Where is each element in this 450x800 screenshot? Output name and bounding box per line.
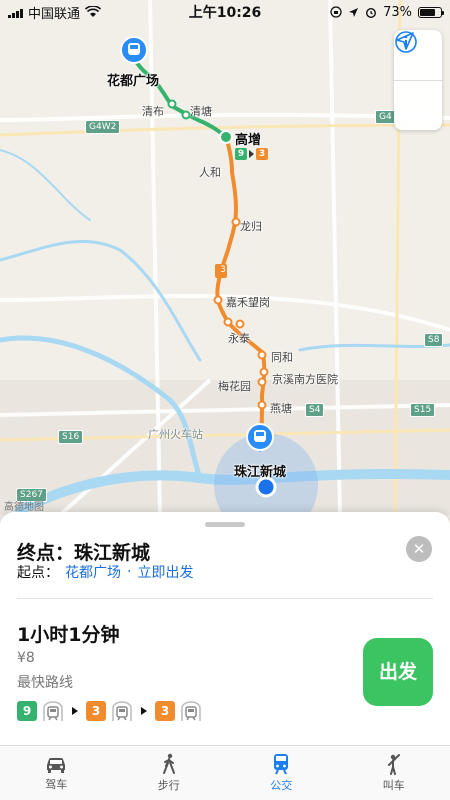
station-label: 燕塘 (270, 402, 292, 415)
hail-icon (387, 754, 400, 775)
status-bar: 中国联通 上午10:26 73% (0, 0, 450, 24)
battery-icon (418, 6, 445, 18)
station-label: 京溪南方医院 (272, 373, 338, 386)
highway-shield: S16 (58, 430, 84, 444)
train-icon (112, 701, 132, 721)
arrow-right-icon (72, 707, 78, 715)
tab-label: 驾车 (45, 778, 68, 791)
transfer-line-badges: 9 3 (235, 148, 268, 160)
map-controls (394, 30, 442, 130)
origin-link[interactable]: 花都广场 (65, 562, 121, 582)
route-price: ¥8 (17, 650, 35, 666)
tab-label: 叫车 (382, 779, 405, 792)
highway-shield: S15 (410, 403, 436, 417)
highway-shield: S4 (305, 403, 325, 417)
line-badge: 9 (17, 701, 37, 721)
tab-label: 步行 (157, 779, 180, 792)
route-sheet: 终点：珠江新城 ✕ 起点： 花都广场 · 立即出发 1小时1分钟 ¥8 最快路线… (0, 512, 450, 745)
tab-label: 公交 (270, 779, 293, 792)
line-badge: 3 (86, 701, 106, 721)
battery-percent: 73% (383, 4, 413, 20)
station-label: 清塘 (190, 105, 212, 118)
route-steps[interactable]: 9 3 3 (17, 700, 202, 722)
station-label: 永泰 (228, 332, 250, 345)
depart-now-link[interactable]: 立即出发 (137, 562, 193, 582)
carrier-name: 中国联通 (28, 6, 81, 22)
highway-shield: G4W2 (85, 120, 121, 134)
station-start-label: 花都广场 (107, 74, 160, 89)
divider (17, 598, 433, 599)
tab-drive[interactable]: 驾车 (0, 746, 113, 800)
station-label: 清布 (142, 105, 164, 118)
location-services-icon (349, 7, 359, 17)
start-pin-icon (120, 36, 148, 64)
alarm-icon (366, 8, 377, 18)
car-icon (47, 757, 66, 773)
orientation-lock-icon (330, 6, 342, 18)
station-end-label: 珠江新城 (234, 465, 287, 480)
highway-shield: S8 (424, 333, 444, 347)
highway-shield: G4 (375, 110, 396, 124)
railway-station-label: 广州火车站 (148, 428, 203, 441)
tab-walk[interactable]: 步行 (113, 746, 226, 800)
signal-icon (8, 7, 23, 18)
map-view[interactable]: 花都广场 清布 清塘 高增 9 3 人和 龙归 3 嘉禾望岗 永泰 同和 京溪南… (0, 0, 450, 515)
tab-transit[interactable]: 公交 (225, 746, 338, 800)
origin-row: 起点： 花都广场 · 立即出发 (17, 562, 193, 582)
tab-bar: 驾车 步行 公交 叫车 (0, 745, 450, 800)
arrow-right-icon (249, 150, 254, 158)
separator-dot: · (127, 564, 132, 580)
train-icon (181, 701, 201, 721)
close-button[interactable]: ✕ (406, 536, 432, 562)
route-duration: 1小时1分钟 (17, 624, 120, 646)
destination-title: 终点：珠江新城 (17, 542, 151, 564)
clock: 上午10:26 (188, 5, 262, 21)
station-label: 同和 (271, 351, 293, 364)
battery-level-fill (420, 8, 435, 16)
origin-label: 起点： (17, 565, 59, 581)
go-button[interactable]: 出发 (363, 638, 433, 706)
sheet-grabber[interactable] (205, 522, 245, 527)
tab-hail[interactable]: 叫车 (338, 746, 450, 800)
line-9-badge: 9 (235, 148, 247, 160)
route-type: 最快路线 (17, 675, 73, 691)
station-label: 嘉禾望岗 (226, 296, 270, 309)
line-3-badge: 3 (256, 148, 268, 160)
train-icon (274, 754, 289, 775)
station-label: 龙归 (240, 220, 262, 233)
wifi-icon (85, 6, 102, 17)
locate-button[interactable] (394, 32, 442, 131)
line-badge: 3 (155, 701, 175, 721)
station-transfer-label: 高增 (235, 133, 262, 148)
station-label: 人和 (199, 166, 221, 179)
line-3-route-badge: 3 (220, 265, 226, 275)
station-label: 梅花园 (218, 380, 251, 393)
map-watermark: 高德地图 (4, 502, 44, 513)
walk-icon (162, 753, 175, 774)
train-icon (43, 701, 63, 721)
location-arrow-icon (396, 32, 414, 50)
arrow-right-icon (141, 707, 147, 715)
